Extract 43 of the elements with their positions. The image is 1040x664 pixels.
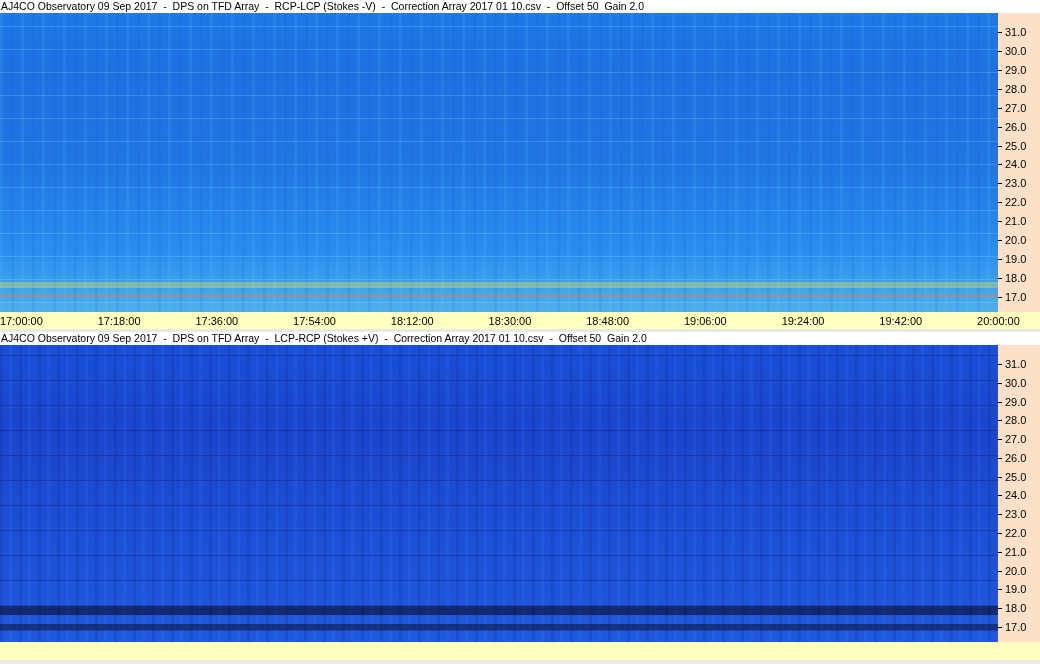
axis-label: 27.0 (1005, 101, 1027, 115)
axis-label: 18.0 (1005, 602, 1027, 616)
axis-label: 17.0 (1005, 620, 1027, 634)
axis-label: 31.0 (1005, 26, 1027, 39)
axis-label: 18:12:00 (390, 313, 434, 328)
axis-label: 17:36:00 (195, 313, 239, 328)
axis-label: 23.0 (1005, 177, 1027, 191)
axis-label: 19:24:00 (781, 313, 825, 328)
axis-label: 23.0 (1005, 508, 1027, 522)
axis-label: 24.0 (1005, 489, 1027, 503)
axis-label: 27.0 (1005, 433, 1027, 447)
axis-label: 28.0 (1005, 414, 1027, 428)
axis-label: 17:54:00 (293, 313, 336, 328)
axis-label: 26.0 (1005, 451, 1027, 465)
plot-title: AJ4CO Observatory 09 Sep 2017 - DPS on TFD Array - RCP-LCP (Stokes -V) - Correction Array 2017 01 10.csv - Offset 50 Gain 2.0 (1, 0, 645, 13)
axis-label: 22.0 (1005, 196, 1027, 210)
axis-label: 19.0 (1005, 253, 1027, 267)
axis-label: 20.0 (1005, 234, 1027, 248)
axis-label: 28.0 (1005, 82, 1027, 96)
axis-label: 17.0 (1005, 290, 1027, 304)
axis-label: 21.0 (1005, 545, 1027, 559)
axis-label: 25.0 (1005, 139, 1027, 153)
axis-label: 25.0 (1005, 470, 1027, 484)
axis-label: 19.0 (1005, 583, 1027, 597)
axis-label: 20.0 (1005, 564, 1027, 578)
axis-label: 19:42:00 (879, 313, 923, 328)
axis-label: 17:18:00 (97, 313, 141, 328)
axis-label: 29.0 (1005, 63, 1027, 77)
plot-title: AJ4CO Observatory 09 Sep 2017 - DPS on TFD Array - LCP-RCP (Stokes +V) - Correction Array 2017 01 10.csv - Offset 50 Gain 2.0 (1, 332, 647, 345)
axis-label: 18.0 (1005, 272, 1027, 285)
axis-label: 18:30:00 (488, 313, 532, 328)
axis-label: 21.0 (1005, 215, 1027, 229)
axis-label: 20:00:00 (977, 313, 1020, 328)
axis-label: 29.0 (1005, 395, 1027, 409)
axis-label: 30.0 (1005, 376, 1027, 390)
axis-label: 26.0 (1005, 120, 1027, 134)
axis-label: 18:48:00 (586, 313, 630, 328)
axis-label: 31.0 (1005, 358, 1027, 371)
axis-label: 24.0 (1005, 158, 1027, 172)
axis-label: 19:06:00 (683, 313, 727, 328)
axis-label: 17:00:00 (0, 313, 43, 328)
axis-label: 22.0 (1005, 527, 1027, 541)
axis-label: 30.0 (1005, 44, 1027, 58)
